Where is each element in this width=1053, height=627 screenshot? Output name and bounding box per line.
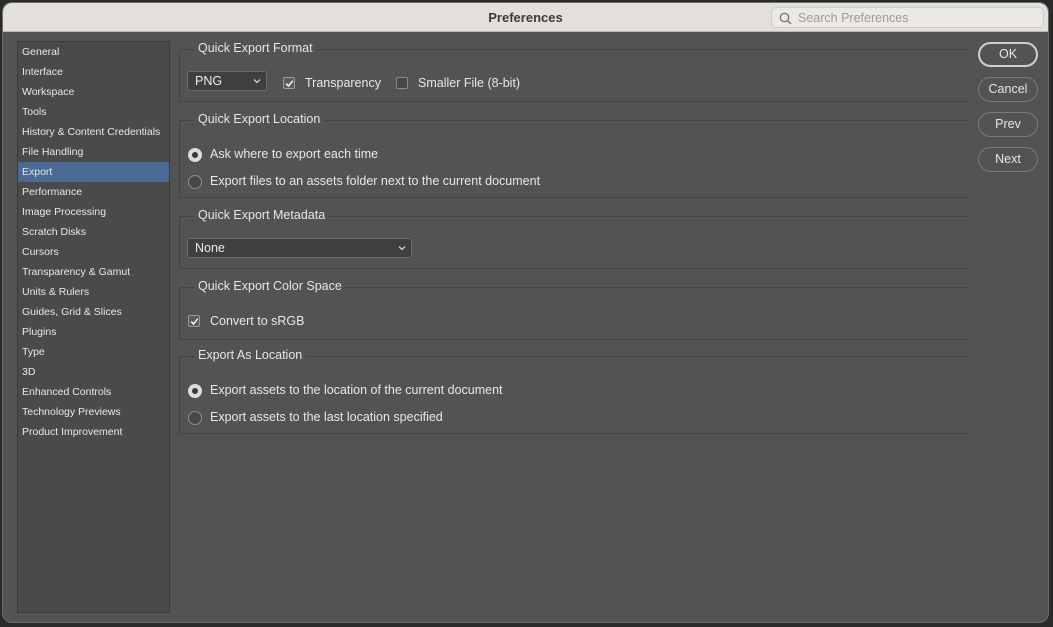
metadata-value: None bbox=[195, 241, 225, 255]
sidebar-item-file-handling[interactable]: File Handling bbox=[18, 142, 169, 162]
assets-folder-label: Export files to an assets folder next to… bbox=[210, 174, 541, 188]
last-location-label: Export assets to the last location speci… bbox=[210, 410, 443, 424]
sidebar-item-3d[interactable]: 3D bbox=[18, 362, 169, 382]
cancel-button[interactable]: Cancel bbox=[978, 77, 1038, 102]
sidebar-item-technology-previews[interactable]: Technology Previews bbox=[18, 402, 169, 422]
export-as-location-group: Export As Location Export assets to the … bbox=[179, 348, 969, 434]
sidebar-item-cursors[interactable]: Cursors bbox=[18, 242, 169, 262]
sidebar-item-plugins[interactable]: Plugins bbox=[18, 322, 169, 342]
group-title: Quick Export Metadata bbox=[194, 208, 330, 222]
checkmark-icon bbox=[285, 80, 294, 88]
sidebar-item-workspace[interactable]: Workspace bbox=[18, 82, 169, 102]
sidebar-item-units-rulers[interactable]: Units & Rulers bbox=[18, 282, 169, 302]
sidebar-item-performance[interactable]: Performance bbox=[18, 182, 169, 202]
quick-export-format-group: Quick Export Format PNG Transparency Sma… bbox=[179, 41, 969, 102]
convert-srgb-label: Convert to sRGB bbox=[210, 314, 305, 328]
convert-srgb-checkbox[interactable] bbox=[188, 315, 200, 327]
search-box[interactable] bbox=[771, 7, 1044, 28]
sidebar-item-export[interactable]: Export bbox=[18, 162, 169, 182]
sidebar-item-image-processing[interactable]: Image Processing bbox=[18, 202, 169, 222]
smaller-file-checkbox[interactable] bbox=[396, 77, 408, 89]
chevron-down-icon bbox=[398, 246, 406, 251]
ask-where-radio[interactable] bbox=[188, 148, 202, 162]
sidebar-item-type[interactable]: Type bbox=[18, 342, 169, 362]
sidebar-item-transparency-gamut[interactable]: Transparency & Gamut bbox=[18, 262, 169, 282]
sidebar-item-history-content-credentials[interactable]: History & Content Credentials bbox=[18, 122, 169, 142]
quick-export-metadata-group: Quick Export Metadata None bbox=[179, 208, 969, 269]
transparency-label: Transparency bbox=[305, 76, 381, 90]
transparency-checkbox[interactable] bbox=[283, 77, 295, 89]
ok-button[interactable]: OK bbox=[978, 42, 1038, 67]
group-title: Quick Export Location bbox=[194, 112, 325, 126]
quick-export-color-space-group: Quick Export Color Space Convert to sRGB bbox=[179, 279, 969, 340]
sidebar-item-enhanced-controls[interactable]: Enhanced Controls bbox=[18, 382, 169, 402]
smaller-file-label: Smaller File (8-bit) bbox=[418, 76, 521, 90]
prev-button[interactable]: Prev bbox=[978, 112, 1038, 137]
last-location-radio[interactable] bbox=[188, 411, 202, 425]
group-title: Export As Location bbox=[194, 348, 307, 362]
sidebar-item-interface[interactable]: Interface bbox=[18, 62, 169, 82]
ask-where-label: Ask where to export each time bbox=[210, 147, 379, 161]
metadata-dropdown[interactable]: None bbox=[187, 238, 412, 258]
preferences-window: Preferences General Interface Workspace … bbox=[2, 2, 1049, 623]
sidebar-item-guides-grid-slices[interactable]: Guides, Grid & Slices bbox=[18, 302, 169, 322]
chevron-down-icon bbox=[253, 79, 261, 84]
checkmark-icon bbox=[190, 318, 199, 326]
sidebar-item-product-improvement[interactable]: Product Improvement bbox=[18, 422, 169, 442]
format-value: PNG bbox=[195, 74, 223, 88]
format-dropdown[interactable]: PNG bbox=[187, 71, 267, 91]
quick-export-location-group: Quick Export Location Ask where to expor… bbox=[179, 112, 969, 198]
next-button[interactable]: Next bbox=[978, 147, 1038, 172]
sidebar-item-tools[interactable]: Tools bbox=[18, 102, 169, 122]
search-icon bbox=[779, 12, 792, 25]
group-title: Quick Export Color Space bbox=[194, 279, 346, 293]
current-document-radio[interactable] bbox=[188, 384, 202, 398]
sidebar-item-general[interactable]: General bbox=[18, 42, 169, 62]
current-document-label: Export assets to the location of the cur… bbox=[210, 383, 503, 397]
search-input[interactable] bbox=[798, 9, 1038, 26]
sidebar-item-scratch-disks[interactable]: Scratch Disks bbox=[18, 222, 169, 242]
assets-folder-radio[interactable] bbox=[188, 175, 202, 189]
title-bar: Preferences bbox=[3, 3, 1048, 32]
group-title: Quick Export Format bbox=[194, 41, 317, 55]
preferences-sidebar: General Interface Workspace Tools Histor… bbox=[17, 41, 170, 613]
